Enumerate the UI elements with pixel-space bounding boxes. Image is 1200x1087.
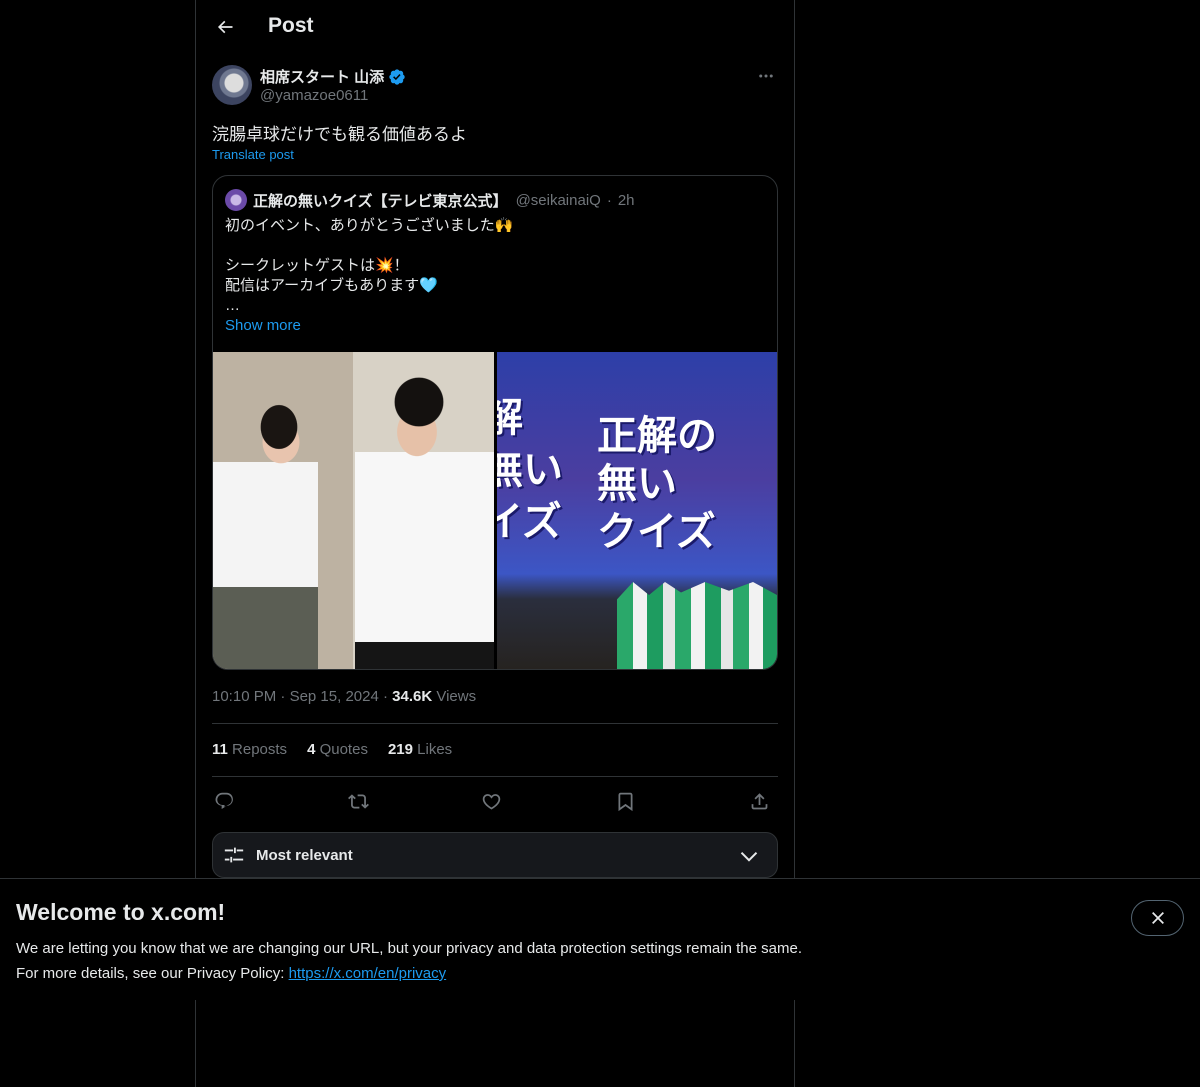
divider	[212, 723, 778, 724]
photo-stage-event[interactable]: 解 無い イズ 正解の 無い クイズ	[497, 352, 777, 669]
banner-line-1: We are letting you know that we are chan…	[16, 940, 802, 957]
post-author: 相席スタート 山添 @yamazoe0611	[212, 64, 778, 108]
divider	[212, 776, 778, 777]
quotes-stat[interactable]: 4 Quotes	[307, 741, 368, 758]
post-meta: 10:10 PM · Sep 15, 2024 · 34.6K Views	[212, 688, 477, 705]
reply-button[interactable]	[212, 789, 236, 813]
heart-icon	[482, 793, 500, 810]
quoted-author-name: 正解の無いクイズ【テレビ東京公式】	[253, 192, 508, 210]
more-button[interactable]	[754, 64, 778, 88]
privacy-policy-link[interactable]: https://x.com/en/privacy	[289, 965, 447, 982]
quoted-line: シークレットゲストは💥！	[225, 257, 409, 274]
quoted-line-blank	[225, 236, 765, 256]
views-label: Views	[436, 688, 477, 705]
post-date[interactable]: Sep 15, 2024	[290, 688, 379, 705]
quoted-post-text: 初のイベント、ありがとうございました🙌 シークレットゲストは💥！ 配信はアーカイ…	[225, 216, 765, 316]
translate-post-link[interactable]: Translate post	[212, 147, 294, 162]
sliders-icon	[224, 847, 244, 863]
banner-text: We are letting you know that we are chan…	[16, 936, 802, 986]
screen-text-left: 解 無い イズ	[497, 395, 563, 545]
share-button[interactable]	[747, 789, 771, 813]
more-icon	[759, 74, 773, 78]
separator-dot: ·	[606, 191, 612, 209]
photo-two-people[interactable]	[213, 352, 494, 669]
banner-line-2: For more details, see our Privacy Policy…	[16, 965, 447, 982]
reposts-stat[interactable]: 11 Reposts	[212, 741, 287, 758]
author-handle[interactable]: @yamazoe0611	[260, 87, 368, 104]
banner-close-button[interactable]	[1131, 900, 1184, 936]
page-header: Post	[196, 0, 794, 53]
stage-performers	[617, 582, 777, 669]
author-name-row[interactable]: 相席スタート 山添	[260, 66, 406, 87]
like-button[interactable]	[479, 789, 503, 813]
post-stats: 11 Reposts 4 Quotes 219 Likes	[212, 741, 452, 758]
quoted-line: 初のイベント、ありがとうございました🙌	[225, 217, 514, 234]
bookmark-button[interactable]	[613, 789, 637, 813]
close-icon	[1151, 912, 1164, 924]
reply-icon	[215, 792, 233, 809]
post-time[interactable]: 10:10 PM	[212, 688, 276, 705]
share-icon	[751, 792, 767, 809]
author-name: 相席スタート 山添	[260, 69, 385, 86]
post-text: 浣腸卓球だけでも観る価値あるよ	[212, 125, 467, 144]
quoted-line: …	[225, 297, 240, 314]
likes-stat[interactable]: 219 Likes	[388, 741, 452, 758]
views-count: 34.6K	[392, 688, 433, 705]
screen-text-title: 正解の 無い クイズ	[597, 413, 717, 555]
bookmark-icon	[618, 792, 632, 811]
quoted-avatar	[225, 189, 247, 211]
repost-icon	[347, 793, 369, 809]
sort-replies-dropdown[interactable]: Most relevant	[212, 832, 778, 878]
quoted-post-header: 正解の無いクイズ【テレビ東京公式】 @seikainaiQ · 2h	[225, 188, 635, 212]
avatar[interactable]	[212, 65, 252, 105]
page-title: Post	[268, 14, 314, 37]
sort-label: Most relevant	[256, 847, 353, 864]
arrow-left-icon	[217, 20, 233, 34]
verified-badge-icon	[389, 68, 405, 85]
chevron-down-icon	[740, 851, 758, 862]
post-actions	[212, 786, 778, 816]
banner-title: Welcome to x.com!	[16, 899, 226, 925]
quoted-post[interactable]: 正解の無いクイズ【テレビ東京公式】 @seikainaiQ · 2h 初のイベン…	[212, 175, 778, 670]
back-button[interactable]	[208, 10, 242, 44]
repost-button[interactable]	[346, 789, 370, 813]
quoted-author-handle: @seikainaiQ	[515, 191, 601, 209]
quoted-post-age: 2h	[617, 191, 635, 209]
quoted-line: 配信はアーカイブもあります🩵	[225, 277, 438, 294]
show-more-link[interactable]: Show more	[225, 317, 301, 334]
url-change-banner: Welcome to x.com! We are letting you kno…	[0, 878, 1200, 1000]
